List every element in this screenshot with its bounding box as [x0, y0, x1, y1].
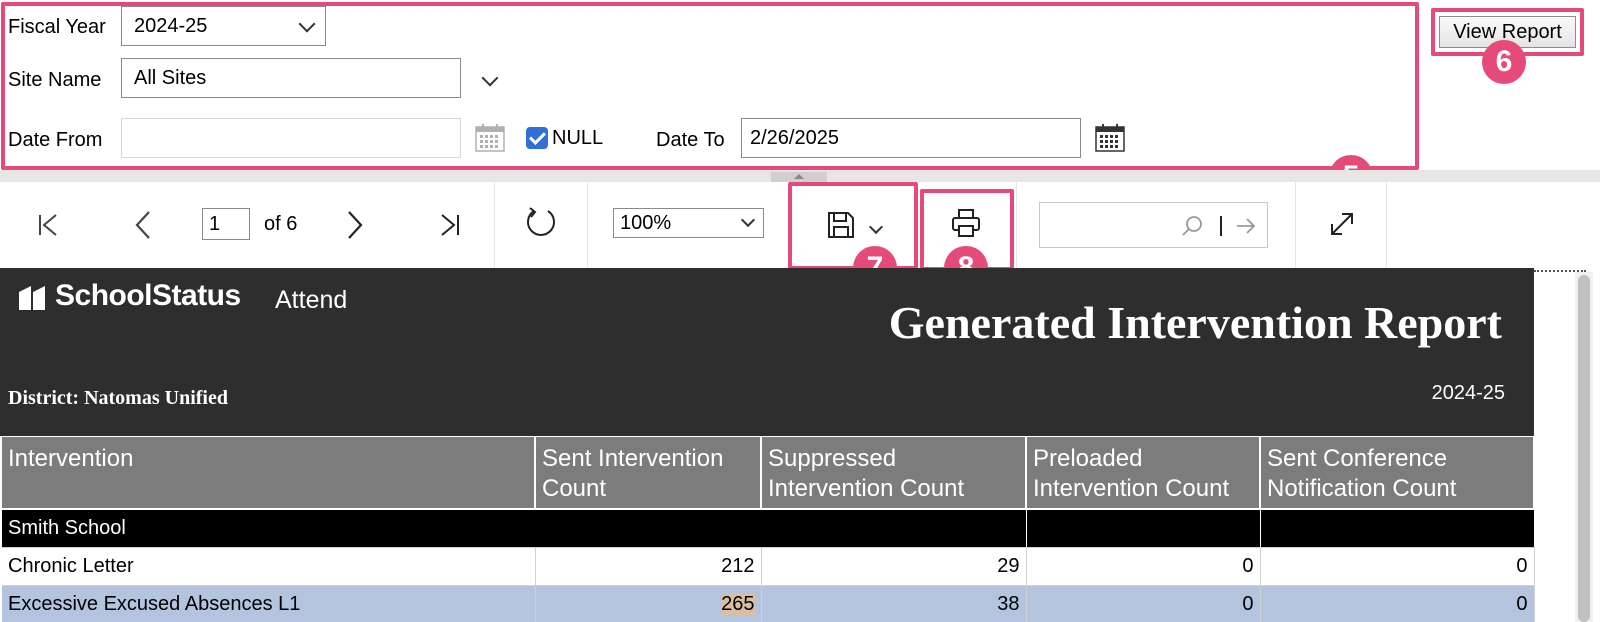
column-header: Sent Conference Notification Count [1260, 437, 1535, 510]
schoolstatus-logo-icon [19, 286, 45, 310]
toolbar-separator [1386, 182, 1387, 268]
search-divider [1220, 216, 1222, 236]
scrollbar-thumb[interactable] [1578, 275, 1590, 622]
site-name-select[interactable]: All Sites [121, 58, 461, 98]
preloaded-count: 0 [1026, 547, 1261, 586]
report-title: Generated Intervention Report [888, 297, 1502, 348]
fiscal-year-label: Fiscal Year [8, 16, 106, 38]
fiscal-year-select[interactable]: 2024-25 [121, 6, 326, 46]
date-from-label: Date From [8, 129, 103, 151]
last-page-icon[interactable] [436, 212, 462, 238]
table-row: Excessive Excused Absences L1 265 38 0 0 [2, 585, 1535, 622]
brand-name: SchoolStatus [55, 279, 241, 312]
null-label: NULL [552, 127, 604, 149]
first-page-icon[interactable] [36, 212, 62, 238]
table-row: Chronic Letter 212 29 0 0 [2, 547, 1535, 586]
prev-page-icon[interactable] [133, 210, 155, 240]
toolbar-separator [587, 182, 588, 268]
fullscreen-icon[interactable] [1328, 210, 1356, 238]
sent-count: 265 [721, 592, 755, 615]
find-text-input[interactable] [1039, 202, 1268, 248]
zoom-select[interactable]: 100% [613, 208, 764, 238]
toolbar-separator [1295, 182, 1296, 268]
callout-badge-6: 6 [1482, 40, 1526, 84]
date-from-input[interactable] [121, 118, 461, 158]
group-cell [1260, 509, 1535, 548]
preloaded-count: 0 [1026, 585, 1261, 622]
table-header-row: Intervention Sent Intervention Count Sup… [2, 437, 1535, 510]
report-viewer: Fiscal Year 2024-25 Site Name All Sites … [0, 0, 1600, 622]
date-from-calendar-icon[interactable] [475, 124, 505, 152]
sent-count-cell: 265 [535, 585, 762, 622]
column-header: Preloaded Intervention Count [1026, 437, 1261, 510]
column-header: Suppressed Intervention Count [761, 437, 1027, 510]
collapse-parameters-icon[interactable] [771, 172, 827, 182]
intervention-name: Chronic Letter [2, 547, 536, 586]
conference-count: 0 [1260, 585, 1535, 622]
site-name-value: All Sites [134, 67, 207, 89]
sent-count: 212 [535, 547, 762, 586]
fiscal-year-value: 2024-25 [134, 15, 208, 37]
date-to-input[interactable] [741, 118, 1081, 158]
group-cell [1026, 509, 1261, 548]
date-to-label: Date To [656, 129, 725, 151]
report-year: 2024-25 [1431, 382, 1505, 404]
intervention-table: Intervention Sent Intervention Count Sup… [2, 437, 1535, 622]
null-checkbox[interactable] [526, 127, 548, 149]
brand-product: Attend [275, 286, 348, 314]
district-label: District: Natomas Unified [8, 387, 228, 409]
chevron-down-icon [298, 15, 316, 33]
search-icon[interactable] [1180, 214, 1204, 238]
toolbar-separator [494, 182, 495, 268]
next-page-icon[interactable] [343, 210, 365, 240]
suppressed-count: 38 [761, 585, 1027, 622]
page-total-label: of 6 [264, 213, 298, 235]
zoom-value: 100% [620, 212, 672, 234]
site-name-label: Site Name [8, 69, 102, 91]
save-highlight-box [788, 182, 918, 270]
toolbar-separator [1016, 182, 1017, 268]
group-name: Smith School [2, 509, 1027, 548]
group-row: Smith School [2, 509, 1535, 548]
column-header: Sent Intervention Count [535, 437, 762, 510]
suppressed-count: 29 [761, 547, 1027, 586]
conference-count: 0 [1260, 547, 1535, 586]
page-number-input[interactable] [202, 208, 250, 240]
refresh-icon[interactable] [524, 205, 558, 239]
intervention-name: Excessive Excused Absences L1 [2, 585, 536, 622]
chevron-down-icon [740, 212, 756, 228]
column-header: Intervention [2, 437, 536, 510]
find-next-icon[interactable] [1235, 216, 1257, 236]
date-to-calendar-icon[interactable] [1095, 124, 1125, 152]
